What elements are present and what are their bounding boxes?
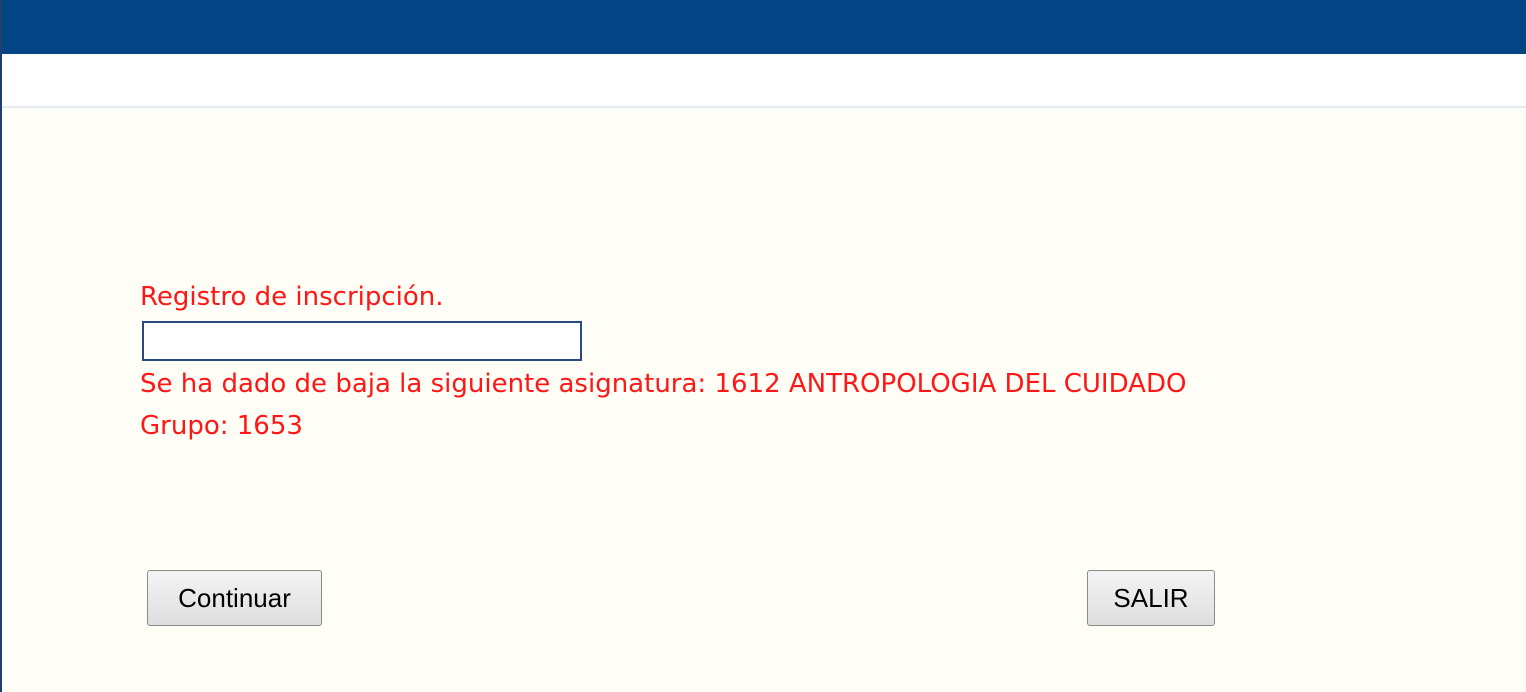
exit-button[interactable]: SALIR — [1087, 570, 1215, 626]
registration-title: Registro de inscripción. — [140, 282, 444, 312]
registration-input[interactable] — [142, 321, 582, 361]
app-window: Registro de inscripción. Se ha dado de b… — [0, 0, 1526, 692]
sub-header-band — [2, 54, 1526, 108]
top-banner — [2, 0, 1526, 54]
continue-button[interactable]: Continuar — [147, 570, 322, 626]
registration-panel: Registro de inscripción. Se ha dado de b… — [140, 276, 1440, 447]
group-line: Grupo: 1653 — [140, 411, 303, 441]
drop-notice: Se ha dado de baja la siguiente asignatu… — [140, 369, 1187, 399]
